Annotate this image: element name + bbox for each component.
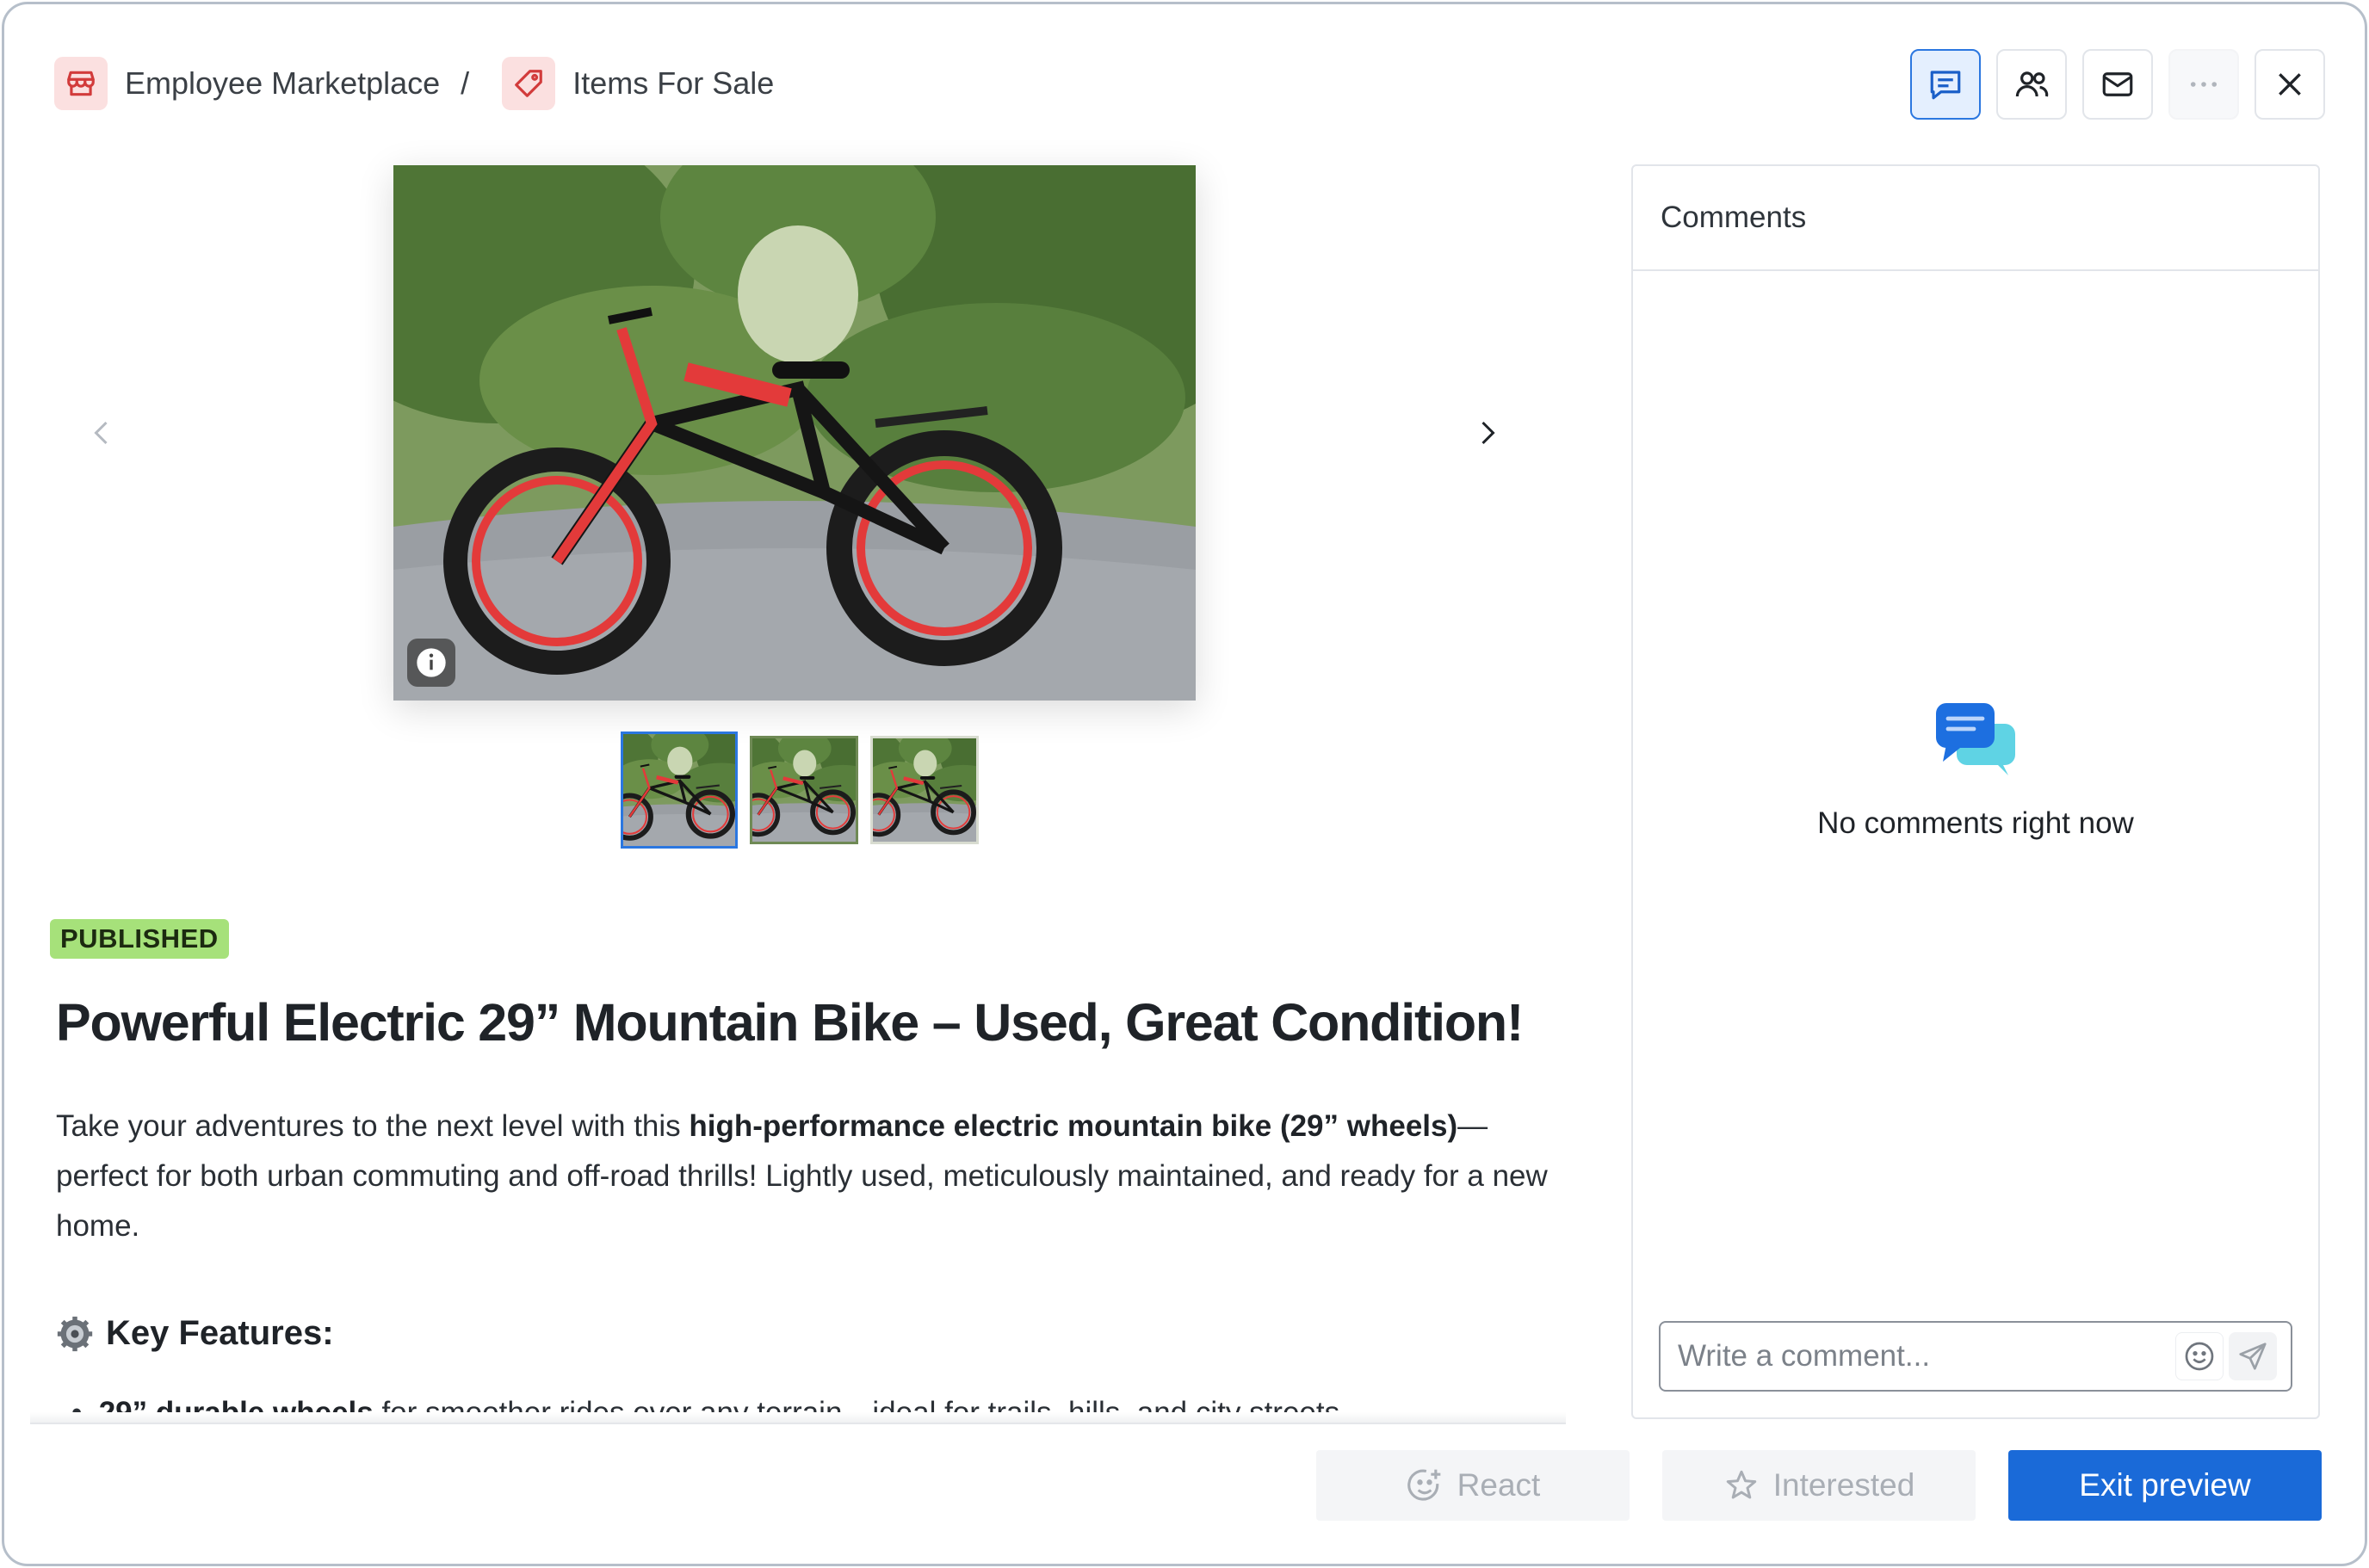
previous-image-button[interactable] [77,407,128,459]
content-scroll-fade [30,1412,1566,1424]
close-button[interactable] [2255,49,2325,120]
comments-empty-state: No comments right now [1633,700,2318,841]
thumbnail-3[interactable] [870,736,979,844]
mail-icon [2102,72,2133,96]
add-reaction-icon [1407,1469,1441,1501]
emoji-button[interactable] [2175,1332,2224,1380]
react-label: React [1457,1467,1541,1503]
empty-comments-text: No comments right now [1817,806,2134,840]
comments-toggle-button[interactable] [1910,49,1981,120]
breadcrumb-label: Employee Marketplace [125,65,441,101]
gear-icon [57,1316,93,1351]
next-image-button[interactable] [1461,407,1512,459]
description-highlight: high-performance electric mountain bike … [689,1109,1458,1143]
status-badge: PUBLISHED [50,919,229,959]
image-info-button[interactable] [407,639,455,687]
breadcrumb-employee-marketplace[interactable]: Employee Marketplace [54,57,440,110]
breadcrumb-label: Items For Sale [572,65,775,101]
main-product-image [393,165,1196,701]
more-options-button[interactable] [2168,49,2239,120]
thumbnail-strip [621,732,979,849]
header-toolbar [1910,49,2325,120]
post-description: Take your adventures to the next level w… [56,1102,1554,1251]
description-text: Take your adventures to the next level w… [56,1109,690,1143]
comments-panel: Comments No comments right now [1631,164,2320,1419]
send-comment-button[interactable] [2229,1332,2277,1380]
breadcrumb-separator: / [461,65,470,101]
interested-button[interactable]: Interested [1662,1450,1976,1521]
star-icon [1726,1470,1756,1499]
react-button[interactable]: React [1316,1450,1630,1521]
smiley-icon [2185,1342,2214,1371]
key-features-heading: Key Features: [56,1314,334,1353]
people-button[interactable] [1996,49,2067,120]
comments-title: Comments [1633,166,2318,271]
breadcrumb-items-for-sale[interactable]: Items For Sale [502,57,774,110]
thumbnail-2[interactable] [750,736,858,844]
post-title: Powerful Electric 29” Mountain Bike – Us… [56,993,1524,1052]
chevron-right-icon [1481,421,1495,445]
exit-preview-button[interactable]: Exit preview [2008,1450,2322,1521]
email-button[interactable] [2082,49,2153,120]
comment-composer [1659,1321,2292,1392]
close-icon [2279,73,2301,96]
chat-bubbles-icon [1936,703,2015,775]
more-icon [2190,82,2217,87]
breadcrumb: Employee Marketplace / Items For Sale [54,57,774,110]
exit-preview-label: Exit preview [2079,1467,2251,1503]
interested-label: Interested [1772,1467,1915,1503]
comment-input[interactable] [1678,1339,2170,1374]
item-preview-dialog: Employee Marketplace / Items For Sale PU… [2,2,2367,1566]
people-icon [2015,71,2049,97]
send-icon [2239,1343,2267,1370]
store-icon [54,57,108,110]
chevron-left-icon [94,421,108,445]
tag-icon [502,57,556,110]
key-features-label: Key Features: [106,1314,334,1352]
comment-icon [1930,71,1961,100]
thumbnail-1[interactable] [621,732,738,849]
info-icon [417,648,446,677]
